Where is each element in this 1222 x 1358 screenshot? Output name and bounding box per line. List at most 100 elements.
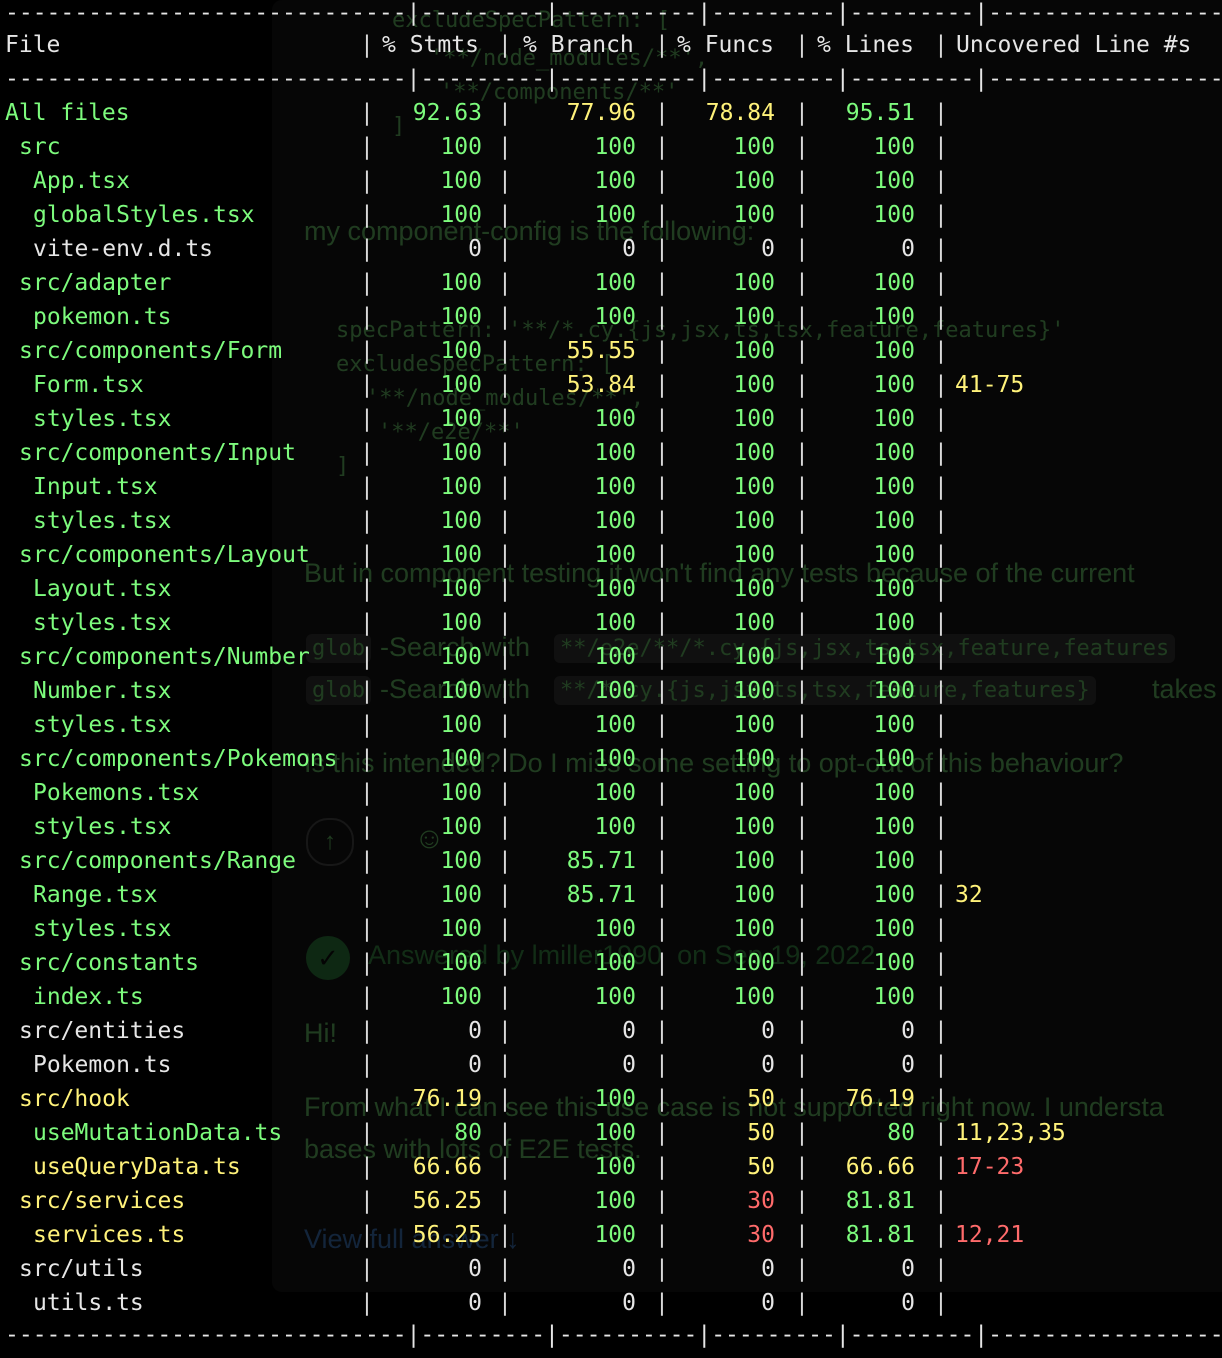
header-stmts: % Stmts xyxy=(382,32,479,58)
funcs-value: 100 xyxy=(733,882,775,908)
funcs-value: 100 xyxy=(733,746,775,772)
lines-value: 66.66 xyxy=(845,1154,915,1180)
lines-value: 100 xyxy=(873,372,915,398)
column-separator: | xyxy=(934,440,948,466)
lines-value: 100 xyxy=(873,814,915,840)
lines-value: 0 xyxy=(901,1290,915,1316)
lines-value: 100 xyxy=(873,610,915,636)
column-separator: | xyxy=(934,950,948,976)
column-separator: | xyxy=(934,338,948,364)
branch-value: 100 xyxy=(594,950,636,976)
column-separator: | xyxy=(934,1290,948,1316)
file-path: vite-env.d.ts xyxy=(33,236,214,262)
file-path: styles.tsx xyxy=(33,712,172,738)
lines-value: 100 xyxy=(873,304,915,330)
file-path: src/adapter xyxy=(19,270,172,296)
branch-value: 100 xyxy=(594,1154,636,1180)
funcs-value: 100 xyxy=(733,848,775,874)
file-path: src/components/Layout xyxy=(19,542,310,568)
funcs-value: 50 xyxy=(747,1120,775,1146)
stmts-value: 100 xyxy=(440,372,482,398)
funcs-value: 100 xyxy=(733,474,775,500)
file-path: src/hook xyxy=(19,1086,130,1112)
file-path: src/entities xyxy=(19,1018,186,1044)
funcs-value: 100 xyxy=(733,304,775,330)
file-path: Pokemons.tsx xyxy=(33,780,200,806)
funcs-value: 50 xyxy=(747,1086,775,1112)
column-separator: | xyxy=(934,1120,948,1146)
stmts-value: 100 xyxy=(440,780,482,806)
stmts-value: 100 xyxy=(440,508,482,534)
stmts-value: 92.63 xyxy=(412,100,482,126)
column-separator: | xyxy=(934,1052,948,1078)
lines-value: 100 xyxy=(873,644,915,670)
branch-value: 100 xyxy=(594,1086,636,1112)
stmts-value: 80 xyxy=(454,1120,482,1146)
stmts-value: 100 xyxy=(440,440,482,466)
branch-value: 100 xyxy=(594,406,636,432)
funcs-value: 100 xyxy=(733,440,775,466)
branch-value: 100 xyxy=(594,780,636,806)
stmts-value: 100 xyxy=(440,712,482,738)
column-separator: | xyxy=(934,610,948,636)
funcs-value: 0 xyxy=(761,1256,775,1282)
file-path: App.tsx xyxy=(33,168,130,194)
file-path: utils.ts xyxy=(33,1290,144,1316)
stmts-value: 76.19 xyxy=(412,1086,482,1112)
stmts-value: 100 xyxy=(440,134,482,160)
file-path: Form.tsx xyxy=(33,372,144,398)
lines-value: 100 xyxy=(873,780,915,806)
file-path: styles.tsx xyxy=(33,610,172,636)
funcs-value: 100 xyxy=(733,270,775,296)
branch-value: 100 xyxy=(594,984,636,1010)
file-path: All files xyxy=(5,100,130,126)
branch-value: 100 xyxy=(594,474,636,500)
branch-value: 0 xyxy=(622,1290,636,1316)
funcs-value: 0 xyxy=(761,1290,775,1316)
stmts-value: 100 xyxy=(440,406,482,432)
file-path: src/components/Form xyxy=(19,338,283,364)
lines-value: 81.81 xyxy=(845,1222,915,1248)
funcs-value: 0 xyxy=(761,236,775,262)
file-path: useMutationData.ts xyxy=(33,1120,283,1146)
branch-value: 100 xyxy=(594,712,636,738)
branch-value: 100 xyxy=(594,440,636,466)
stmts-value: 100 xyxy=(440,814,482,840)
branch-value: 77.96 xyxy=(566,100,636,126)
stmts-value: 100 xyxy=(440,338,482,364)
funcs-value: 78.84 xyxy=(705,100,775,126)
lines-value: 100 xyxy=(873,882,915,908)
funcs-value: 100 xyxy=(733,916,775,942)
stmts-value: 0 xyxy=(468,1018,482,1044)
stmts-value: 100 xyxy=(440,270,482,296)
header-row: File | % Stmts | % Branch | % Funcs | % … xyxy=(5,28,1191,62)
separator-line-bottom: -----------------------------|---------|… xyxy=(5,1322,1222,1348)
header-uncovered: Uncovered Line #s xyxy=(956,32,1192,58)
stmts-value: 100 xyxy=(440,984,482,1010)
stmts-value: 100 xyxy=(440,916,482,942)
branch-value: 100 xyxy=(594,644,636,670)
lines-value: 95.51 xyxy=(845,100,915,126)
funcs-value: 0 xyxy=(761,1018,775,1044)
stmts-value: 100 xyxy=(440,168,482,194)
header-branch: % Branch xyxy=(523,32,634,58)
stmts-value: 100 xyxy=(440,304,482,330)
separator-line-header: -----------------------------|---------|… xyxy=(5,66,1222,92)
file-path: index.ts xyxy=(33,984,144,1010)
column-separator: | xyxy=(934,1018,948,1044)
lines-value: 100 xyxy=(873,134,915,160)
funcs-value: 100 xyxy=(733,406,775,432)
stmts-value: 100 xyxy=(440,576,482,602)
column-separator: | xyxy=(934,1188,948,1214)
stmts-value: 0 xyxy=(468,1290,482,1316)
branch-value: 100 xyxy=(594,1222,636,1248)
funcs-value: 50 xyxy=(747,1154,775,1180)
column-separator: | xyxy=(498,32,512,58)
lines-value: 80 xyxy=(887,1120,915,1146)
column-separator: | xyxy=(934,814,948,840)
column-separator: | xyxy=(934,916,948,942)
file-path: pokemon.ts xyxy=(33,304,172,330)
funcs-value: 100 xyxy=(733,508,775,534)
lines-value: 100 xyxy=(873,746,915,772)
stmts-value: 100 xyxy=(440,610,482,636)
